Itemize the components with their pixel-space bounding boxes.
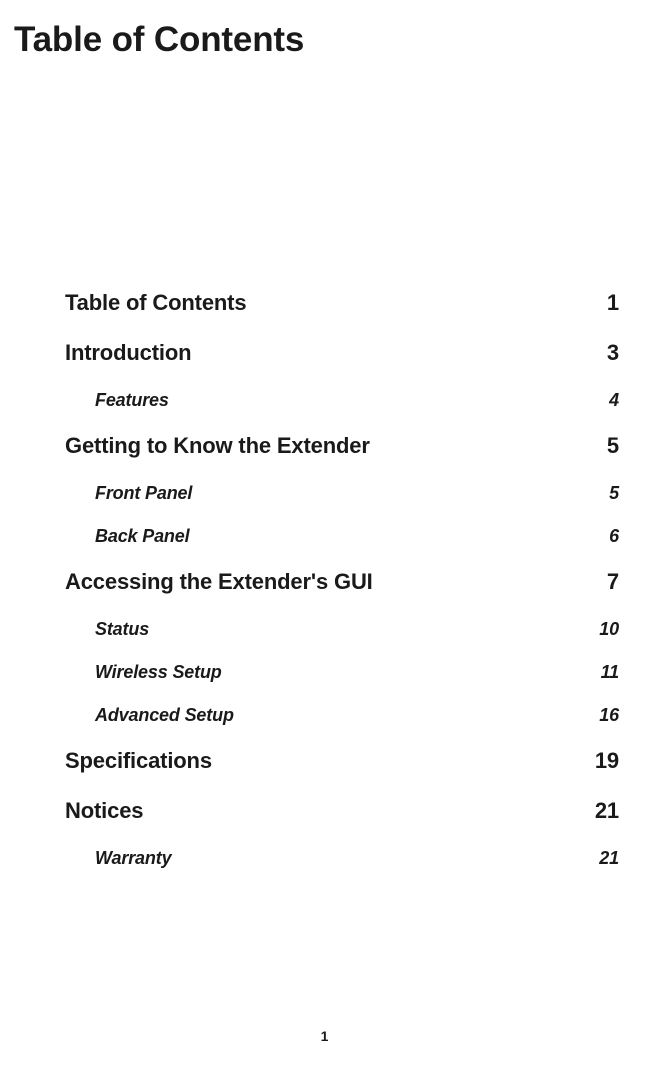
toc-entry-label: Getting to Know the Extender [65, 433, 370, 459]
toc-entry-label: Back Panel [95, 526, 189, 547]
toc-entry-label: Notices [65, 798, 143, 824]
toc-entry-label: Advanced Setup [95, 705, 234, 726]
toc-entry: Introduction 3 [65, 340, 619, 366]
toc-entry-page: 6 [609, 526, 619, 547]
toc-entry-label: Features [95, 390, 169, 411]
toc-entry: Notices 21 [65, 798, 619, 824]
toc-entry: Specifications 19 [65, 748, 619, 774]
toc-subentry: Wireless Setup 11 [65, 662, 619, 683]
toc-entry-page: 3 [607, 340, 619, 366]
toc-entry-page: 4 [609, 390, 619, 411]
toc-entry-label: Wireless Setup [95, 662, 222, 683]
toc-subentry: Back Panel 6 [65, 526, 619, 547]
toc-entry-page: 21 [599, 848, 619, 869]
toc-subentry: Front Panel 5 [65, 483, 619, 504]
toc-entry-label: Specifications [65, 748, 212, 774]
toc-entry-page: 1 [607, 290, 619, 316]
toc-subentry: Status 10 [65, 619, 619, 640]
toc-entry-label: Status [95, 619, 149, 640]
toc-entry-page: 21 [595, 798, 619, 824]
toc-entry-page: 10 [599, 619, 619, 640]
toc-entry: Accessing the Extender's GUI 7 [65, 569, 619, 595]
toc-entry-page: 5 [607, 433, 619, 459]
toc-entry-label: Table of Contents [65, 290, 246, 316]
toc-entry-page: 5 [609, 483, 619, 504]
toc-subentry: Advanced Setup 16 [65, 705, 619, 726]
toc-entry: Table of Contents 1 [65, 290, 619, 316]
toc-entry-label: Front Panel [95, 483, 192, 504]
toc-entry-label: Warranty [95, 848, 171, 869]
toc-entry-page: 16 [599, 705, 619, 726]
page-number: 1 [0, 1028, 649, 1044]
toc-subentry: Features 4 [65, 390, 619, 411]
toc-entry: Getting to Know the Extender 5 [65, 433, 619, 459]
toc-entry-page: 11 [601, 662, 619, 683]
toc-entry-label: Accessing the Extender's GUI [65, 569, 373, 595]
table-of-contents: Table of Contents 1 Introduction 3 Featu… [0, 60, 649, 869]
toc-entry-page: 7 [607, 569, 619, 595]
page-title: Table of Contents [0, 0, 649, 60]
toc-entry-page: 19 [595, 748, 619, 774]
toc-entry-label: Introduction [65, 340, 191, 366]
toc-subentry: Warranty 21 [65, 848, 619, 869]
